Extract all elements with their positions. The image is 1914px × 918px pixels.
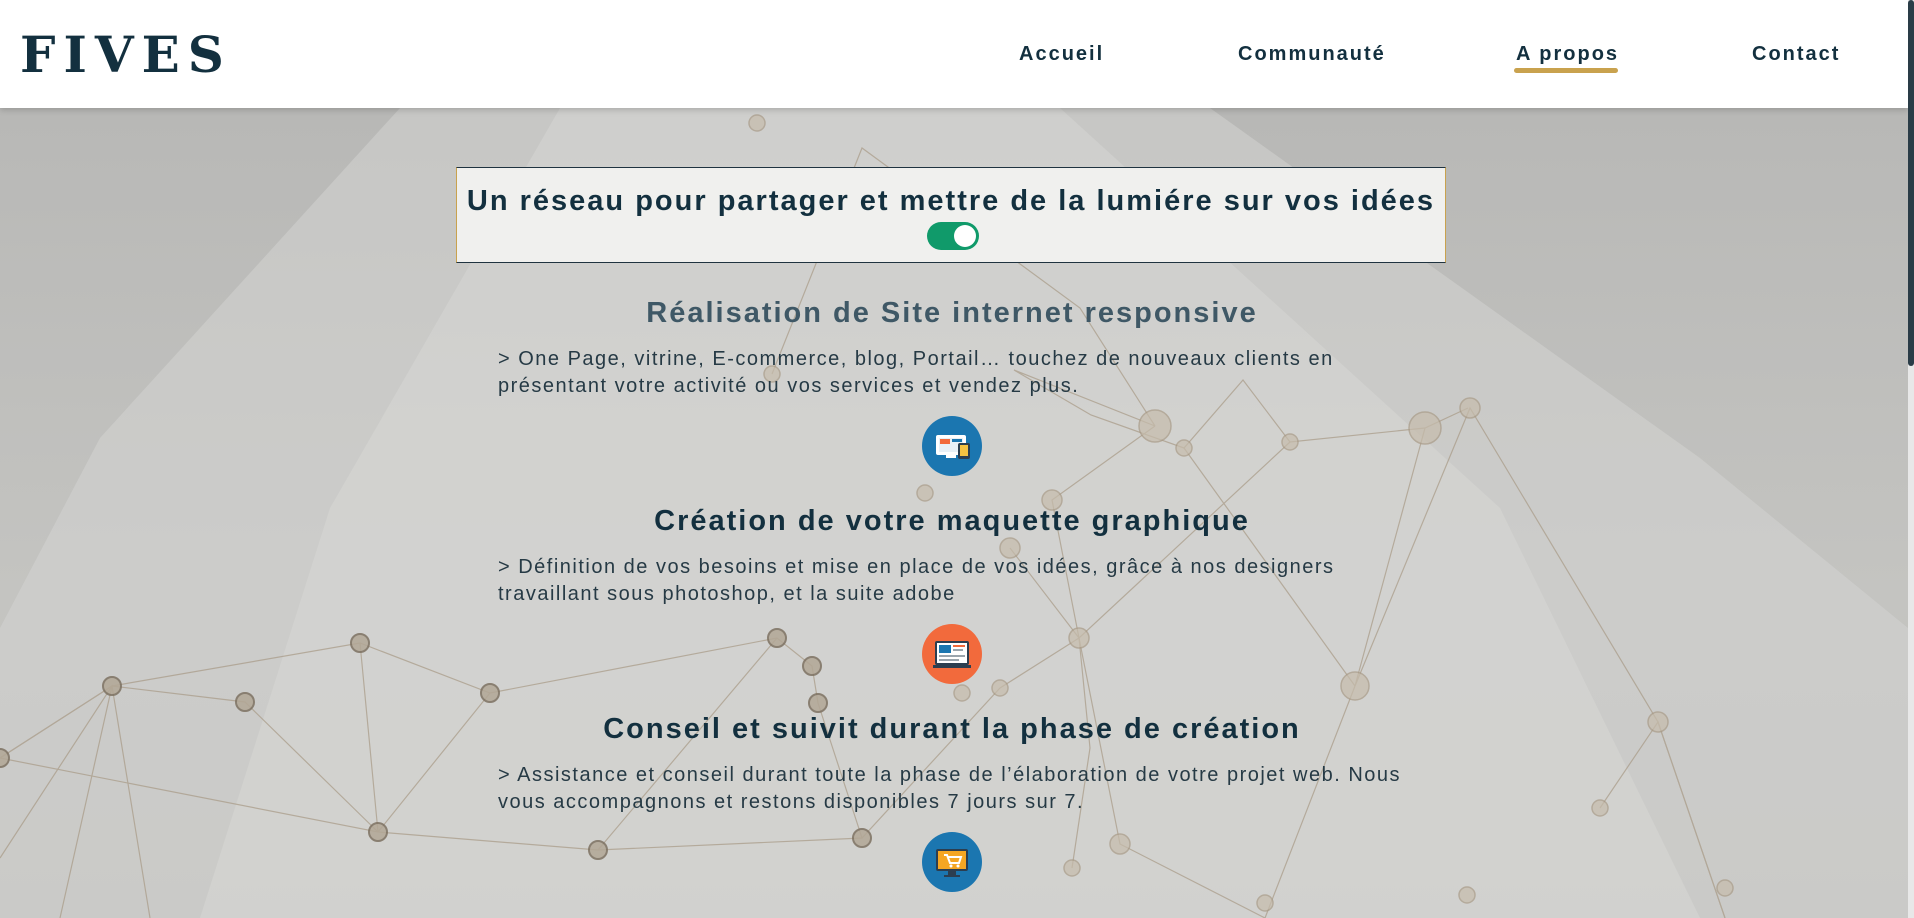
service-description: > Assistance et conseil durant toute la … — [498, 764, 1402, 813]
graphic-mockup-icon — [922, 624, 982, 684]
service-description: > One Page, vitrine, E-commerce, blog, P… — [498, 348, 1334, 397]
nav-item-communaute[interactable]: Communauté — [1238, 42, 1386, 66]
scrollbar-thumb[interactable] — [1908, 0, 1914, 366]
theme-toggle[interactable] — [927, 222, 979, 250]
ecommerce-monitor-icon — [922, 832, 982, 892]
service-description: > Définition de vos besoins et mise en p… — [498, 556, 1335, 605]
page-scrollbar[interactable] — [1908, 0, 1914, 918]
service-title: Conseil et suivit durant la phase de cré… — [603, 713, 1301, 745]
site-header: FIVES Accueil Communauté A propos Contac… — [0, 0, 1908, 108]
nav-item-contact[interactable]: Contact — [1752, 42, 1840, 66]
toggle-knob — [954, 225, 976, 247]
service-title: Création de votre maquette graphique — [654, 505, 1250, 537]
nav-active-indicator — [1514, 68, 1618, 73]
site-logo[interactable]: FIVES — [20, 26, 232, 84]
responsive-devices-icon — [922, 416, 982, 476]
banner-title: Un réseau pour partager et mettre de la … — [466, 185, 1436, 217]
nav-item-accueil[interactable]: Accueil — [1019, 42, 1104, 66]
nav-item-a-propos[interactable]: A propos — [1516, 42, 1619, 66]
service-title: Réalisation de Site internet responsive — [646, 297, 1258, 329]
hero-banner: Un réseau pour partager et mettre de la … — [456, 167, 1446, 263]
